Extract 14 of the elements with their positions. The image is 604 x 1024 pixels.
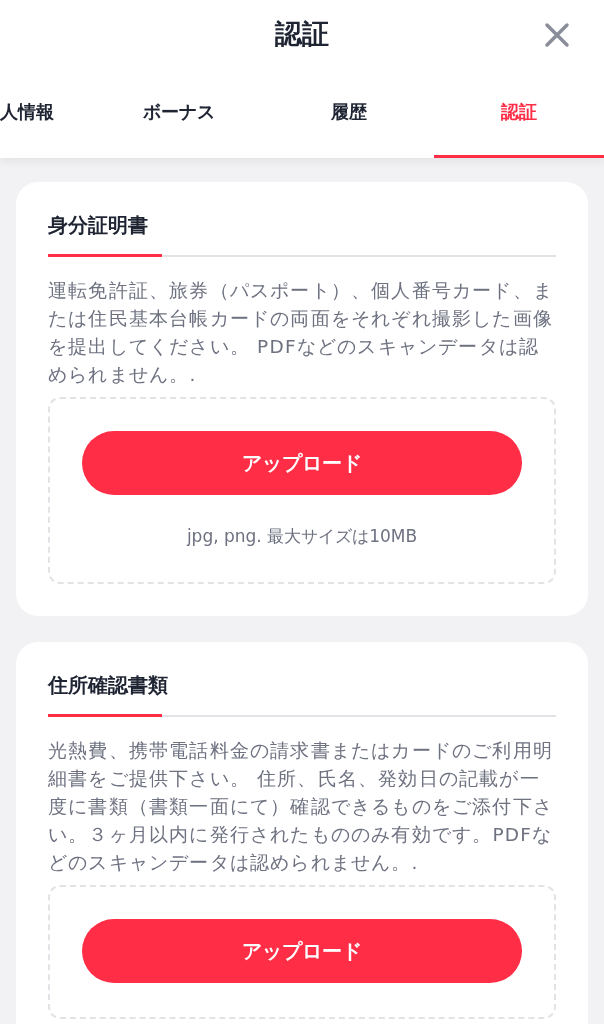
section-description: 運転免許証、旅券（パスポート）、個人番号カード、または住民基本台帳カードの両面をそれぞれ撮影した画像を提出してください。 PDFなどのスキャンデータは認められません。. bbox=[48, 279, 554, 387]
page-title: 認証 bbox=[275, 17, 329, 51]
section-title: 住所確認書類 bbox=[48, 673, 168, 697]
close-icon bbox=[544, 22, 570, 48]
tab[interactable]: 人情報 bbox=[0, 68, 94, 158]
upload-button[interactable]: アップロード bbox=[82, 919, 522, 983]
tab[interactable]: 認証 bbox=[434, 68, 604, 158]
section-title: 身分証明書 bbox=[48, 213, 148, 237]
file-requirements: jpg, png. 最大サイズは10MB bbox=[186, 525, 418, 548]
upload-button[interactable]: アップロード bbox=[82, 431, 522, 495]
tab[interactable]: 履歴 bbox=[264, 68, 434, 158]
section-description: 光熱費、携帯電話料金の請求書またはカードのご利用明細書をご提供下さい。 住所、氏名、発効日の記載が一度に書類（書類一面にて）確認できるものをご添付下さい。３ヶ月以内に発行されたもののみ有効です。PDFなどのスキャンデータは認められません。. bbox=[48, 739, 554, 875]
tab[interactable]: ボーナス bbox=[94, 68, 264, 158]
close-button[interactable] bbox=[542, 20, 572, 50]
